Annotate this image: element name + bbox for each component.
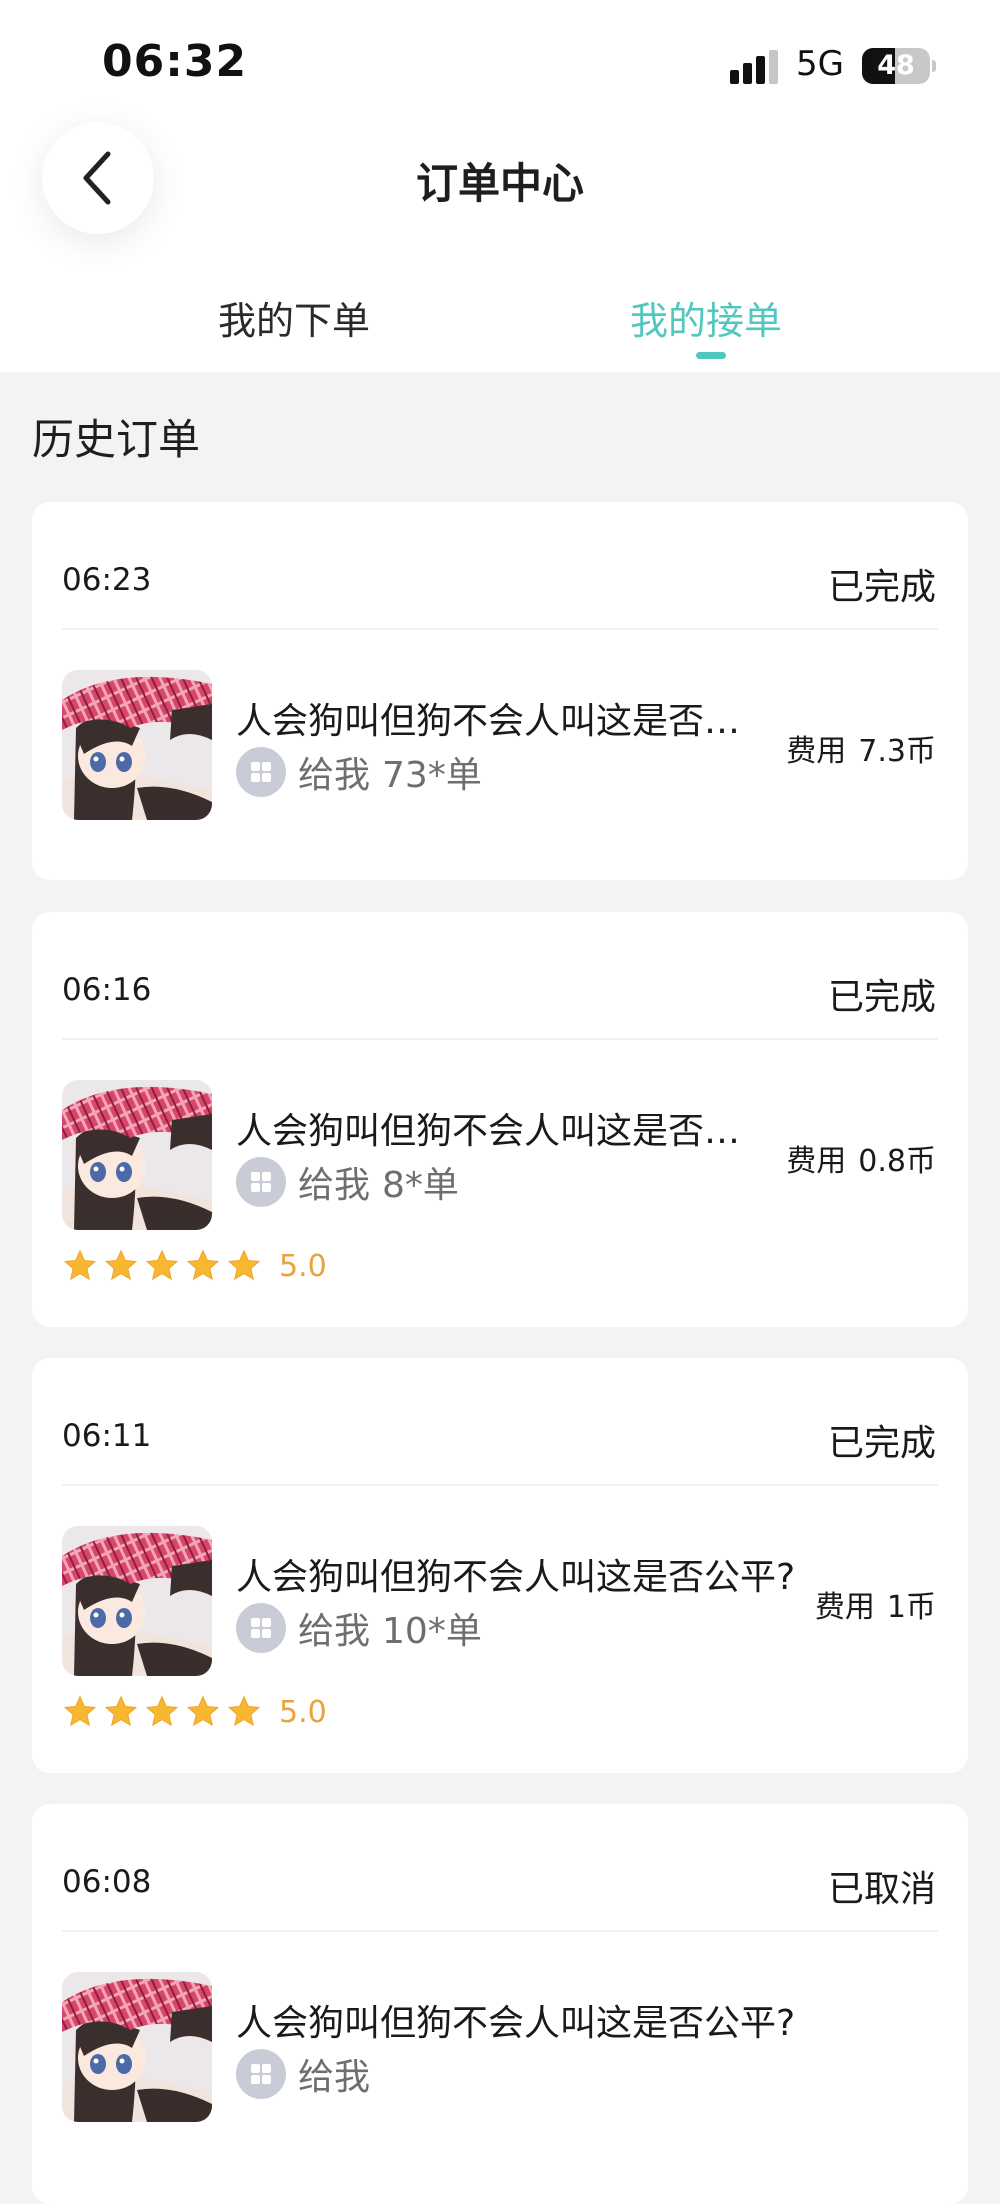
order-card[interactable]: 06:08 已取消 人会狗叫但狗不会人叫这是否公平? 给我: [32, 1804, 968, 2204]
order-name: 人会狗叫但狗不会人叫这是否公平?: [236, 2003, 796, 2044]
order-name: 人会狗叫但狗不会人叫这是否…: [236, 1111, 741, 1152]
order-time: 06:08: [62, 1864, 152, 1900]
star-icon: [104, 1249, 138, 1281]
fee-label: 费用: [786, 734, 847, 769]
divider: [62, 1038, 938, 1040]
fee-label: 费用: [814, 1590, 875, 1625]
star-icon: [145, 1249, 179, 1281]
order-sub-count: 10*单: [382, 1611, 482, 1652]
order-status: 已取消: [827, 1869, 936, 1910]
order-thumbnail: [62, 670, 212, 820]
order-sub-info: 给我: [236, 2049, 370, 2099]
order-fee: 费用 1币: [815, 1582, 936, 1626]
order-fee: 费用 7.3币: [786, 726, 936, 770]
rating-score: 5.0: [279, 1248, 327, 1284]
fee-amount: 0.8币: [858, 1144, 936, 1179]
fee-label: 费用: [786, 1144, 847, 1179]
battery-icon: 48: [862, 48, 930, 84]
order-sub-info: 给我 8*单: [236, 1157, 459, 1207]
order-sub-label: 给我: [298, 755, 371, 796]
order-sub-count: 73*单: [382, 755, 482, 796]
app-grid-icon: [236, 1603, 286, 1653]
order-thumbnail: [62, 1972, 212, 2122]
star-icon: [145, 1695, 179, 1727]
order-card[interactable]: 06:16 已完成 人会狗叫但狗不会人叫这是否… 给我 8*单 费用 0.8币 …: [32, 912, 968, 1327]
page-title: 订单中心: [415, 159, 584, 208]
status-time: 06:32: [102, 36, 248, 87]
order-card[interactable]: 06:23 已完成 人会狗叫但狗不会人叫这是否… 给我 73*单 费用 7.3币: [32, 502, 968, 880]
order-thumbnail: [62, 1080, 212, 1230]
divider: [62, 1484, 938, 1486]
fee-amount: 1币: [886, 1590, 936, 1625]
order-time: 06:23: [62, 562, 152, 598]
order-sub-label: 给我: [298, 1611, 371, 1652]
tab-indicator: [696, 352, 726, 359]
rating: 5.0: [62, 1694, 327, 1730]
tab-my-orders[interactable]: 我的下单: [218, 290, 370, 345]
order-sub-label: 给我: [298, 1165, 371, 1206]
order-name: 人会狗叫但狗不会人叫这是否公平?: [236, 1557, 796, 1598]
app-grid-icon: [236, 747, 286, 797]
fee-amount: 7.3币: [858, 734, 936, 769]
order-card[interactable]: 06:11 已完成 人会狗叫但狗不会人叫这是否公平? 给我 10*单 费用 1币…: [32, 1358, 968, 1773]
battery-tip: [932, 60, 936, 72]
app-grid-icon: [236, 2049, 286, 2099]
order-status: 已完成: [827, 977, 936, 1018]
tab-my-accepted[interactable]: 我的接单: [630, 290, 782, 345]
signal-icon: [730, 50, 782, 84]
order-sub-count: 8*单: [382, 1165, 459, 1206]
order-thumbnail: [62, 1526, 212, 1676]
order-sub-info: 给我 73*单: [236, 747, 482, 797]
order-sub-info: 给我 10*单: [236, 1603, 482, 1653]
rating: 5.0: [62, 1248, 327, 1284]
order-status: 已完成: [827, 1423, 936, 1464]
order-status: 已完成: [827, 567, 936, 608]
order-time: 06:11: [62, 1418, 152, 1454]
battery-level: 48: [877, 50, 915, 81]
app-grid-icon: [236, 1157, 286, 1207]
star-icon: [227, 1695, 261, 1727]
star-icon: [104, 1695, 138, 1727]
network-type: 5G: [796, 44, 844, 84]
divider: [62, 628, 938, 630]
order-fee: 费用 0.8币: [786, 1136, 936, 1180]
order-time: 06:16: [62, 972, 152, 1008]
star-icon: [63, 1249, 97, 1281]
star-icon: [63, 1695, 97, 1727]
divider: [62, 1930, 938, 1932]
rating-score: 5.0: [279, 1694, 327, 1730]
section-title: 历史订单: [32, 415, 201, 464]
order-sub-label: 给我: [298, 2057, 371, 2098]
star-icon: [227, 1249, 261, 1281]
star-icon: [186, 1695, 220, 1727]
star-icon: [186, 1249, 220, 1281]
order-name: 人会狗叫但狗不会人叫这是否…: [236, 701, 741, 742]
